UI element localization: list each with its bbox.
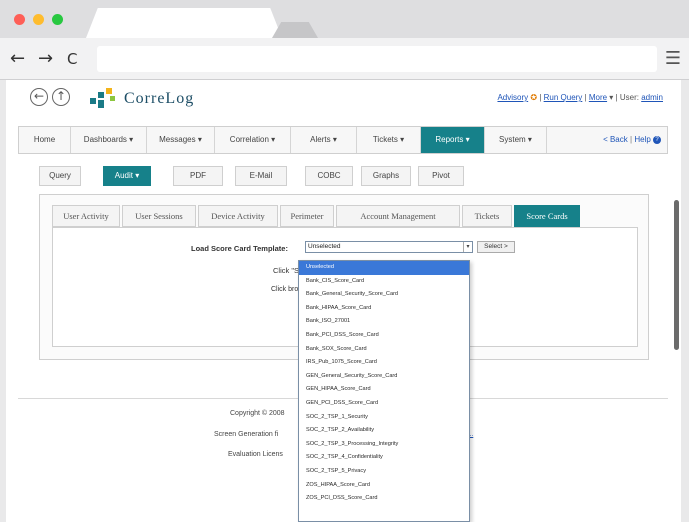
subnav-query[interactable]: Query xyxy=(39,166,81,186)
template-select[interactable]: Unselected ▾ xyxy=(305,241,473,253)
subnav-cobc[interactable]: COBC xyxy=(305,166,353,186)
tab-perimeter[interactable]: Perimeter xyxy=(280,205,334,227)
dropdown-option[interactable]: GEN_PCI_DSS_Score_Card xyxy=(299,397,469,411)
nav-messages[interactable]: Messages ▾ xyxy=(147,127,215,153)
subnav-audit[interactable]: Audit ▾ xyxy=(103,166,151,186)
tab-device-activity[interactable]: Device Activity xyxy=(198,205,278,227)
nav-system[interactable]: System ▾ xyxy=(485,127,547,153)
tab-user-activity[interactable]: User Activity xyxy=(52,205,120,227)
dropdown-option[interactable]: Bank_SOX_Score_Card xyxy=(299,343,469,357)
dropdown-option[interactable]: Bank_ISO_27001 xyxy=(299,315,469,329)
browser-reload-icon[interactable]: C xyxy=(67,48,77,70)
browser-forward-icon[interactable]: → xyxy=(38,48,53,70)
dropdown-option[interactable]: Bank_PCI_DSS_Score_Card xyxy=(299,329,469,343)
browser-chrome: ← → C ☰ xyxy=(0,0,689,80)
template-select-value: Unselected xyxy=(308,243,341,250)
dropdown-option[interactable]: Bank_CIS_Score_Card xyxy=(299,275,469,289)
app-back-icon[interactable]: ← xyxy=(30,88,48,106)
browser-back-icon[interactable]: ← xyxy=(10,48,25,70)
footer-screen-generation: Screen Generation fi xyxy=(214,431,279,438)
footer-evaluation-license: Evaluation Licens xyxy=(228,451,283,458)
dropdown-option[interactable]: ZOS_PCI_DSS_Score_Card xyxy=(299,492,469,506)
subnav-pdf[interactable]: PDF xyxy=(173,166,223,186)
browser-tab-active[interactable] xyxy=(86,8,282,38)
tab-account-management[interactable]: Account Management xyxy=(336,205,460,227)
template-dropdown-list[interactable]: Unselected Bank_CIS_Score_Card Bank_Genera… xyxy=(298,260,470,522)
dropdown-option[interactable]: GEN_General_Security_Score_Card xyxy=(299,370,469,384)
dropdown-option[interactable]: Unselected xyxy=(299,261,469,275)
tab-user-sessions[interactable]: User Sessions xyxy=(122,205,196,227)
dropdown-option[interactable]: IRS_Pub_1075_Score_Card xyxy=(299,356,469,370)
dropdown-option[interactable]: ZOS_HIPAA_Score_Card xyxy=(299,479,469,493)
header-links: Advisory ✪ | Run Query | More ▾ | User: … xyxy=(497,93,663,102)
app-logo-text: CorreLog xyxy=(124,90,195,107)
dropdown-option[interactable]: Bank_General_Security_Score_Card xyxy=(299,288,469,302)
zoom-window-button[interactable] xyxy=(52,14,63,25)
close-window-button[interactable] xyxy=(14,14,25,25)
browser-toolbar: ← → C ☰ xyxy=(0,38,689,80)
dropdown-option[interactable]: SOC_2_TSP_2_Availability xyxy=(299,424,469,438)
dropdown-option[interactable]: GEN_HIPAA_Score_Card xyxy=(299,383,469,397)
advisory-alert-icon: ✪ xyxy=(530,93,538,102)
nav-reports[interactable]: Reports ▾ xyxy=(421,127,485,153)
dropdown-option[interactable]: SOC_2_TSP_5_Privacy xyxy=(299,465,469,479)
footer-copyright: Copyright © 2008 xyxy=(230,410,285,417)
main-nav: Home Dashboards ▾ Messages ▾ Correlation… xyxy=(18,126,668,154)
chevron-down-icon[interactable]: ▾ xyxy=(463,242,472,252)
browser-tab-new[interactable] xyxy=(272,22,318,38)
subnav-graphs[interactable]: Graphs xyxy=(361,166,411,186)
subnav-email[interactable]: E-Mail xyxy=(235,166,287,186)
correlog-logo-icon xyxy=(90,88,115,108)
subnav-pivot[interactable]: Pivot xyxy=(418,166,464,186)
dropdown-option[interactable]: SOC_2_TSP_1_Security xyxy=(299,411,469,425)
app-header: ← ↑ CorreLog Advisory ✪ | Run Query | Mo… xyxy=(6,80,681,124)
dropdown-option[interactable]: SOC_2_TSP_4_Confidentiality xyxy=(299,451,469,465)
advisory-link[interactable]: Advisory xyxy=(497,93,528,102)
page-scrollbar[interactable] xyxy=(674,200,679,350)
nav-home[interactable]: Home xyxy=(19,127,71,153)
user-label: User: xyxy=(619,93,639,102)
app-up-icon[interactable]: ↑ xyxy=(52,88,70,106)
nav-alerts[interactable]: Alerts ▾ xyxy=(291,127,357,153)
load-template-label: Load Score Card Template: xyxy=(191,244,288,253)
nav-right-links: < Back | Help ? xyxy=(603,127,661,153)
help-link[interactable]: Help xyxy=(634,135,650,144)
dropdown-option[interactable]: SOC_2_TSP_3_Processing_Integrity xyxy=(299,438,469,452)
address-bar[interactable] xyxy=(97,46,657,72)
help-icon[interactable]: ? xyxy=(653,135,661,144)
tab-tickets[interactable]: Tickets xyxy=(462,205,512,227)
nav-tickets[interactable]: Tickets ▾ xyxy=(357,127,421,153)
more-link[interactable]: More xyxy=(589,93,607,102)
page-content: ← ↑ CorreLog Advisory ✪ | Run Query | Mo… xyxy=(6,80,681,522)
back-link[interactable]: < Back xyxy=(603,135,628,144)
nav-dashboards[interactable]: Dashboards ▾ xyxy=(71,127,147,153)
run-query-link[interactable]: Run Query xyxy=(544,93,583,102)
user-name-link[interactable]: admin xyxy=(641,93,663,102)
tab-score-cards[interactable]: Score Cards xyxy=(514,205,580,227)
nav-correlation[interactable]: Correlation ▾ xyxy=(215,127,291,153)
minimize-window-button[interactable] xyxy=(33,14,44,25)
browser-menu-icon[interactable]: ☰ xyxy=(665,48,681,69)
select-button[interactable]: Select > xyxy=(477,241,515,253)
dropdown-option[interactable]: Bank_HIPAA_Score_Card xyxy=(299,302,469,316)
window-controls xyxy=(14,14,63,25)
